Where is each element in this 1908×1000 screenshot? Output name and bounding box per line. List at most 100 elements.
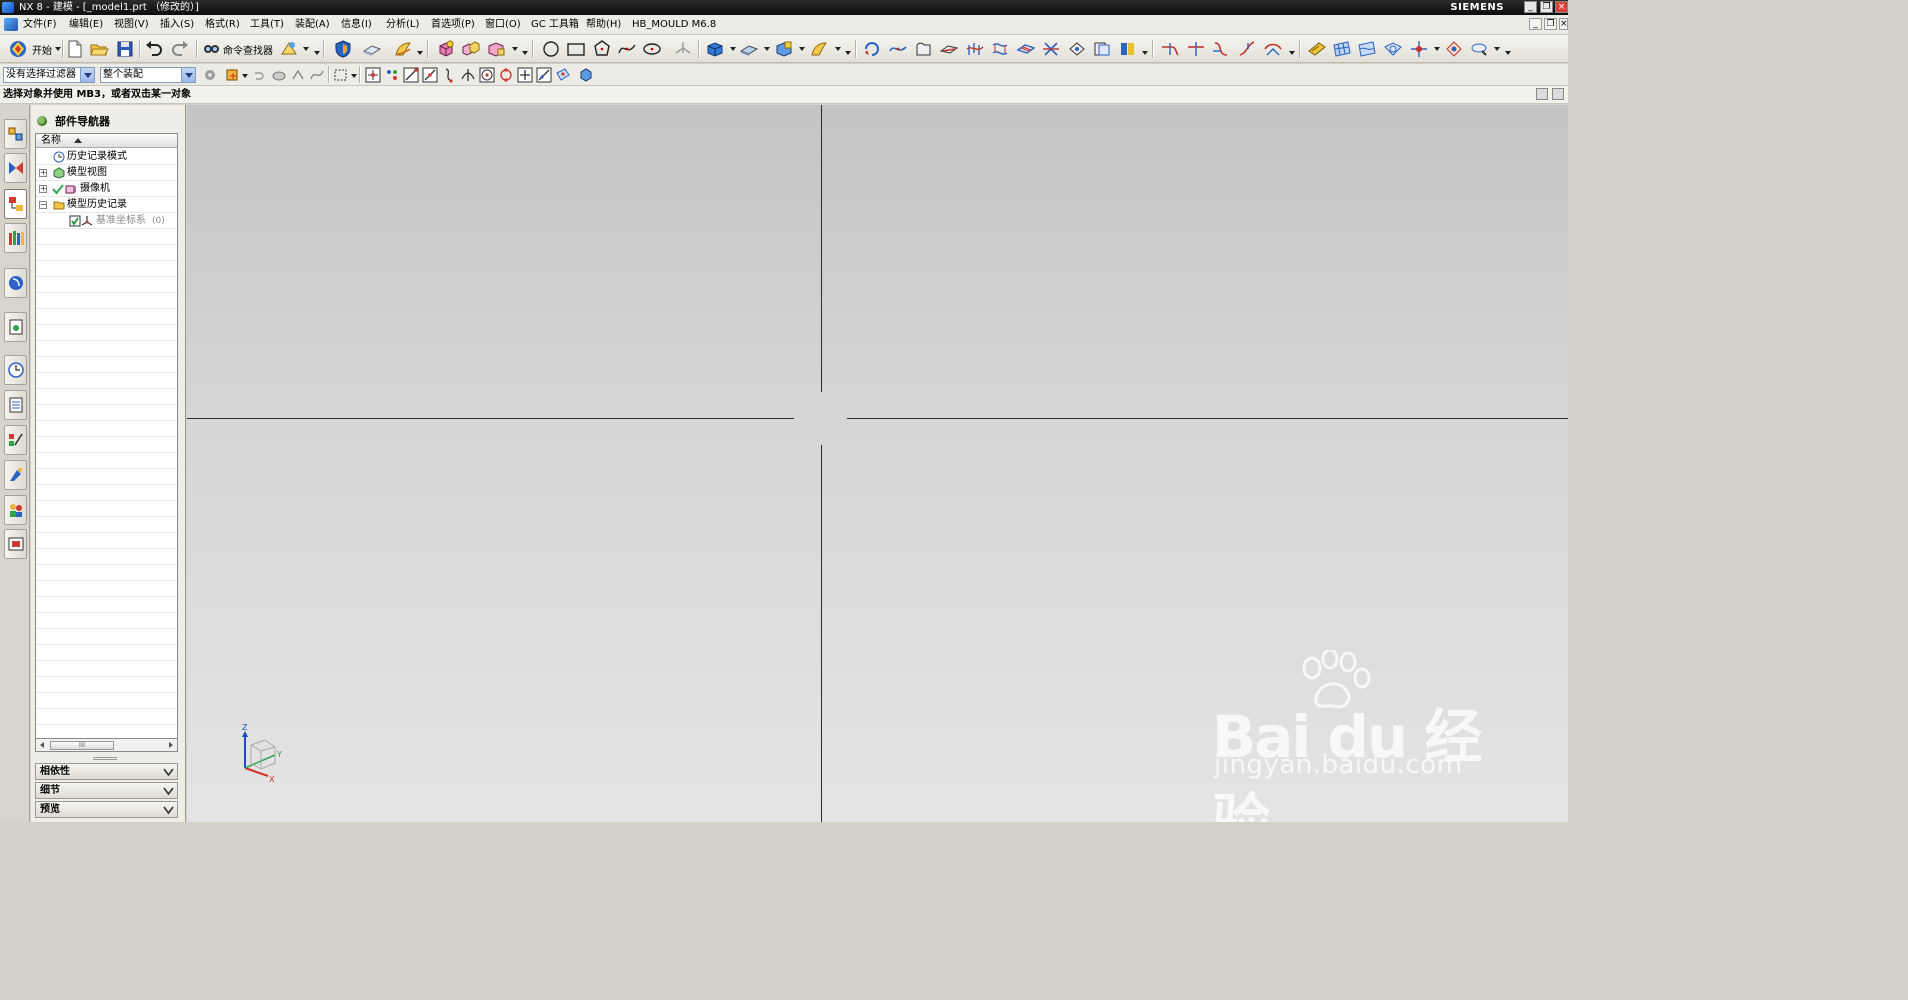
curve-options-icon[interactable] bbox=[1289, 51, 1295, 55]
part-navigator-tab[interactable] bbox=[4, 189, 27, 219]
existing-point-icon[interactable] bbox=[517, 67, 533, 83]
minimize-button[interactable]: _ bbox=[1524, 1, 1537, 13]
offset-face-icon[interactable] bbox=[1092, 39, 1112, 59]
menu-insert[interactable]: 插入(S) bbox=[157, 17, 197, 33]
restore-button[interactable]: ❐ bbox=[1540, 1, 1553, 13]
datum-plane-icon[interactable] bbox=[673, 39, 693, 59]
menu-analysis[interactable]: 分析(L) bbox=[383, 17, 422, 33]
transform-icon[interactable] bbox=[1444, 39, 1464, 59]
assembly-navigator-tab[interactable] bbox=[4, 119, 27, 149]
section-icon[interactable] bbox=[1118, 39, 1138, 59]
menu-information[interactable]: 信息(I) bbox=[338, 17, 375, 33]
mid-point-icon[interactable] bbox=[422, 67, 438, 83]
surface-options-icon[interactable] bbox=[1142, 51, 1148, 55]
solid-block-icon[interactable] bbox=[774, 39, 794, 59]
selection-scope-select[interactable]: 整个装配 bbox=[100, 67, 196, 83]
undo-icon[interactable] bbox=[144, 39, 164, 59]
face-icon[interactable] bbox=[914, 39, 934, 59]
chevron-down-icon[interactable] bbox=[163, 767, 174, 777]
join-curve-icon[interactable] bbox=[1237, 39, 1257, 59]
doc-restore-button[interactable]: ❐ bbox=[1544, 18, 1557, 30]
curve-select-icon[interactable] bbox=[309, 67, 325, 83]
details-panel[interactable]: 细节 bbox=[35, 782, 178, 799]
system-materials-tab[interactable] bbox=[4, 390, 27, 420]
menu-window[interactable]: 窗口(O) bbox=[482, 17, 524, 33]
studio-surface-icon[interactable] bbox=[1041, 39, 1061, 59]
control-point-icon[interactable] bbox=[441, 67, 457, 83]
tree-node-model-views[interactable]: + 模型视图 bbox=[36, 165, 177, 181]
view-triad[interactable]: Z Y X bbox=[235, 723, 285, 783]
snap-grid-icon[interactable] bbox=[384, 67, 400, 83]
navigator-splitter[interactable] bbox=[93, 757, 117, 760]
constraint-navigator-tab[interactable] bbox=[4, 153, 27, 183]
assembly-icon[interactable] bbox=[461, 39, 481, 59]
weld-icon[interactable] bbox=[1307, 39, 1327, 59]
menu-view[interactable]: 视图(V) bbox=[111, 17, 152, 33]
analysis-surface-icon[interactable] bbox=[1383, 39, 1403, 59]
intersection-point-icon[interactable] bbox=[460, 67, 476, 83]
ruled-surface-icon[interactable] bbox=[965, 39, 985, 59]
feature-options-icon[interactable] bbox=[845, 51, 851, 55]
undo-selection-icon[interactable] bbox=[250, 67, 266, 83]
polygon-sketch-icon[interactable] bbox=[592, 39, 612, 59]
roles-tab[interactable] bbox=[4, 495, 27, 525]
expand-icon[interactable]: + bbox=[39, 169, 47, 177]
point-on-curve-icon[interactable] bbox=[536, 67, 552, 83]
doc-minimize-button[interactable]: _ bbox=[1529, 18, 1542, 30]
snapshot-icon[interactable] bbox=[1470, 39, 1490, 59]
menu-gc-toolkit[interactable]: GC 工具箱 bbox=[528, 17, 582, 33]
tree-node-model-history[interactable]: − 模型历史记录 bbox=[36, 197, 177, 213]
scroll-right-icon[interactable] bbox=[169, 742, 173, 748]
rectangle-select-icon[interactable] bbox=[333, 67, 349, 83]
scroll-left-icon[interactable] bbox=[40, 742, 44, 748]
spline-sketch-icon[interactable] bbox=[617, 39, 637, 59]
end-point-icon[interactable] bbox=[403, 67, 419, 83]
surface-icon[interactable] bbox=[393, 39, 413, 59]
new-file-icon[interactable] bbox=[65, 39, 85, 59]
assistant-icon[interactable] bbox=[279, 39, 299, 59]
feature-select-icon[interactable] bbox=[225, 67, 241, 83]
web-browser-tab[interactable] bbox=[4, 268, 27, 298]
close-button[interactable]: × bbox=[1555, 1, 1568, 13]
menu-edit[interactable]: 编辑(E) bbox=[66, 17, 106, 33]
chevron-down-icon[interactable] bbox=[163, 805, 174, 815]
history-palette-tab[interactable] bbox=[4, 312, 27, 342]
system-visualization-tab[interactable] bbox=[4, 529, 27, 559]
through-curves-icon[interactable] bbox=[990, 39, 1010, 59]
thicken-icon[interactable] bbox=[739, 39, 759, 59]
quadrant-point-icon[interactable] bbox=[498, 67, 514, 83]
tree-node-history-mode[interactable]: 历史记录模式 bbox=[36, 149, 177, 165]
snapshot-dropdown-icon[interactable] bbox=[1494, 47, 1500, 51]
wave-surface-icon[interactable] bbox=[1357, 39, 1377, 59]
rectangle-select-dropdown-icon[interactable] bbox=[351, 74, 357, 78]
trim-curve-icon[interactable] bbox=[1160, 39, 1180, 59]
expand-icon[interactable]: + bbox=[39, 185, 47, 193]
visibility-checkbox[interactable] bbox=[69, 215, 81, 227]
toolbar-options-icon[interactable] bbox=[314, 51, 320, 55]
save-icon[interactable] bbox=[115, 39, 135, 59]
cube-select-icon[interactable] bbox=[578, 67, 594, 83]
body-select-icon[interactable] bbox=[271, 67, 287, 83]
open-folder-icon[interactable] bbox=[89, 39, 109, 59]
curve-icon[interactable] bbox=[888, 39, 908, 59]
component-icon[interactable] bbox=[486, 39, 506, 59]
divide-curve-icon[interactable] bbox=[1186, 39, 1206, 59]
toolbar-dropdown-icon[interactable] bbox=[303, 47, 309, 51]
clock-history-tab[interactable] bbox=[4, 355, 27, 385]
menu-tools[interactable]: 工具(T) bbox=[247, 17, 287, 33]
snap-point-icon[interactable] bbox=[365, 67, 381, 83]
collapse-icon[interactable]: − bbox=[39, 201, 47, 209]
preview-panel[interactable]: 预览 bbox=[35, 801, 178, 818]
type-filter-select[interactable]: 没有选择过滤器 bbox=[3, 67, 95, 83]
shield-icon[interactable] bbox=[333, 39, 353, 59]
type-filter-dropdown-icon[interactable] bbox=[80, 68, 94, 82]
app-menu-icon[interactable] bbox=[4, 18, 18, 31]
tree-node-datum-csys[interactable]: 基准坐标系 (0) bbox=[36, 213, 177, 229]
feature-select-dropdown-icon[interactable] bbox=[242, 74, 248, 78]
menu-preferences[interactable]: 首选项(P) bbox=[428, 17, 478, 33]
mesh-surface-icon[interactable] bbox=[1332, 39, 1352, 59]
point-set-icon[interactable] bbox=[1409, 39, 1429, 59]
through-mesh-icon[interactable] bbox=[1016, 39, 1036, 59]
menu-help[interactable]: 帮助(H) bbox=[583, 17, 624, 33]
point-on-face-icon[interactable] bbox=[555, 67, 571, 83]
